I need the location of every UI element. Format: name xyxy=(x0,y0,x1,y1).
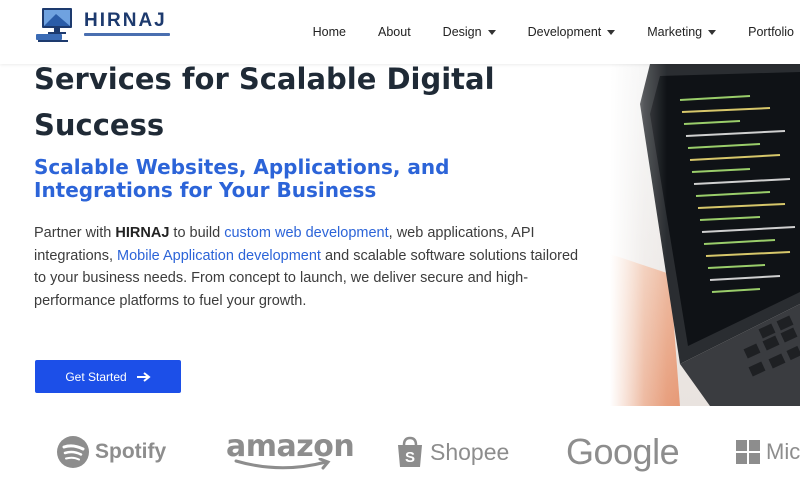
nav-item-label: Development xyxy=(527,25,602,39)
google-wordmark: Google xyxy=(566,431,680,472)
client-logos-strip: Spotify amazon S Shopee Google Micr xyxy=(0,424,800,480)
microsoft-logo: Micr xyxy=(736,424,800,480)
description-text: to build xyxy=(169,225,225,241)
amazon-logo: amazon xyxy=(226,424,355,480)
chevron-down-icon xyxy=(607,29,616,35)
hero-title: Services for Scalable Digital Success xyxy=(34,62,495,142)
chevron-down-icon xyxy=(708,29,717,35)
logo-text: HIRNAJ xyxy=(84,10,167,31)
shopee-logo: S Shopee xyxy=(396,424,509,480)
amazon-smile-icon xyxy=(234,458,331,470)
microsoft-wordmark: Micr xyxy=(766,439,800,464)
hero-subtitle: Scalable Websites, Applications, and Int… xyxy=(34,155,450,202)
chevron-down-icon xyxy=(487,29,496,35)
nav-item-design[interactable]: Design xyxy=(427,0,512,64)
description-text: Partner with xyxy=(34,225,116,241)
get-started-button[interactable]: Get Started xyxy=(35,360,181,393)
google-logo: Google xyxy=(566,424,680,480)
site-header: HIRNAJ Home About Design Development Mar… xyxy=(0,0,800,64)
hero-laptop-image xyxy=(610,64,800,406)
nav-item-marketing[interactable]: Marketing xyxy=(631,0,732,64)
site-logo[interactable]: HIRNAJ xyxy=(36,6,170,46)
description-brand: HIRNAJ xyxy=(115,225,170,241)
nav-item-label: About xyxy=(378,25,411,39)
nav-item-label: Design xyxy=(442,25,482,39)
nav-item-development[interactable]: Development xyxy=(512,0,632,64)
nav-item-portfolio[interactable]: Portfolio xyxy=(732,0,800,64)
microsoft-windows-icon xyxy=(736,440,760,464)
get-started-label: Get Started xyxy=(65,369,127,384)
shopee-bag-icon: S xyxy=(398,436,422,467)
nav-item-home[interactable]: Home xyxy=(297,0,362,64)
custom-web-development-link[interactable]: custom web development xyxy=(224,225,388,241)
logo-tagline xyxy=(84,33,170,36)
laptop-code-illustration xyxy=(610,64,800,406)
main-nav: Home About Design Development Marketing … xyxy=(297,0,800,64)
nav-item-about[interactable]: About xyxy=(362,0,427,64)
monitor-laptop-icon xyxy=(36,8,72,42)
spotify-icon xyxy=(57,436,89,468)
spotify-wordmark: Spotify xyxy=(95,440,167,463)
hero-description: Partner with HIRNAJ to build custom web … xyxy=(34,222,594,312)
svg-text:S: S xyxy=(405,449,415,466)
nav-item-label: Home xyxy=(312,25,346,39)
nav-item-label: Portfolio xyxy=(748,25,794,39)
spotify-logo: Spotify xyxy=(56,424,166,480)
nav-item-label: Marketing xyxy=(647,25,703,39)
mobile-app-development-link[interactable]: Mobile Application development xyxy=(117,248,321,264)
shopee-wordmark: Shopee xyxy=(430,438,510,465)
arrow-right-icon xyxy=(136,371,151,382)
